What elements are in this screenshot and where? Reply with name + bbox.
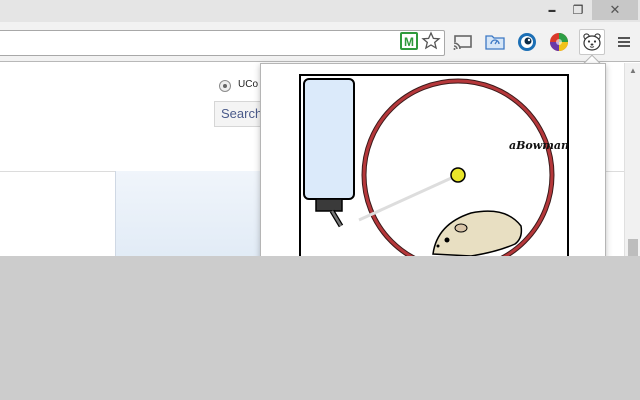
close-button[interactable]: ✕ (592, 0, 638, 20)
star-icon (421, 31, 441, 50)
scroll-up-arrow-icon[interactable]: ▲ (629, 66, 637, 75)
title-bar: ▬ ❐ ✕ (0, 0, 640, 22)
menu-icon[interactable] (614, 32, 634, 52)
artist-signature: aBowman (509, 139, 569, 152)
extension-popup: aBowman (260, 63, 606, 256)
hamster-scene-icon (303, 78, 555, 256)
hamster-body (432, 210, 523, 256)
page-scrollbar[interactable]: ▲ (624, 63, 640, 256)
restore-icon: ❐ (572, 3, 584, 17)
shield-m-extension-icon[interactable]: M (399, 31, 419, 51)
radio-button[interactable] (219, 80, 231, 92)
water-bottle (303, 78, 355, 200)
scroll-thumb[interactable] (628, 239, 638, 256)
browser-toolbar: M (0, 22, 640, 62)
colorful-ball-extension-icon[interactable] (549, 32, 569, 52)
cast-glyph-icon (453, 35, 472, 50)
radio-label: UCo (238, 79, 259, 90)
colorful-ball-icon (550, 33, 568, 51)
restore-button[interactable]: ❐ (566, 0, 590, 20)
close-icon: ✕ (609, 2, 621, 17)
shield-m-label: M (404, 35, 414, 49)
minimize-button[interactable]: ▬ (540, 0, 564, 20)
bookmark-star-icon[interactable] (421, 31, 441, 51)
screen: ▬ ❐ ✕ M UCo Search ▲ aBowman (0, 0, 640, 400)
shield-m-icon: M (400, 32, 418, 50)
hamburger-icon (618, 37, 630, 47)
hamster-extension-icon[interactable] (579, 29, 605, 55)
eye-icon (518, 33, 536, 51)
wheel-hub (450, 167, 466, 183)
address-bar[interactable] (0, 30, 445, 56)
folder-icon (485, 35, 505, 50)
side-panel (115, 171, 265, 256)
cast-icon[interactable] (452, 33, 474, 51)
browser-window: ▬ ❐ ✕ M UCo Search ▲ aBowman (0, 0, 640, 256)
hamster-face-icon (583, 33, 601, 51)
eye-extension-icon[interactable] (517, 32, 537, 52)
minimize-icon: ▬ (548, 6, 556, 14)
hamster-wheel-artwork[interactable] (299, 74, 569, 256)
folder-extension-icon[interactable] (485, 33, 505, 51)
